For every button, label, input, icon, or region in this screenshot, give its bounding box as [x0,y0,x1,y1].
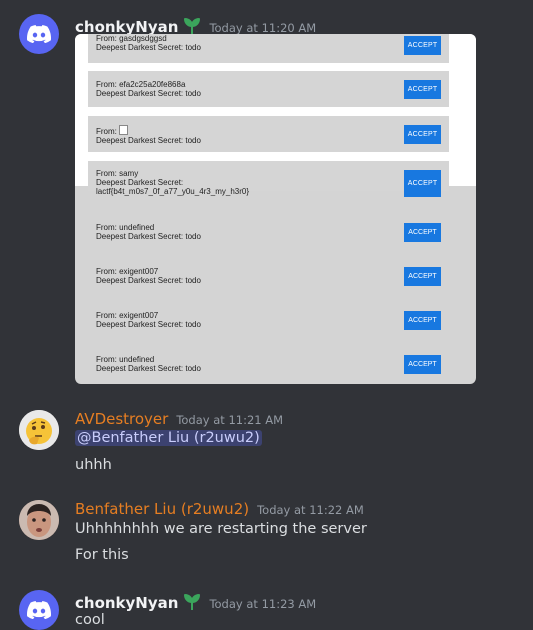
avatar[interactable] [19,500,59,540]
message-text: uhhh [75,457,112,473]
flag-text: lactf{b4t_m0s7_0f_a77_y0u_4r3_my_h3r0} [96,187,249,196]
avatar[interactable] [19,410,59,450]
accept-button[interactable]: ACCEPT [404,223,441,242]
user-photo-icon [19,500,59,540]
avatar[interactable] [19,14,59,54]
from-text: From: undefined [96,355,155,364]
timestamp: Today at 11:21 AM [176,413,284,427]
timestamp: Today at 11:23 AM [209,597,317,611]
secret-text: Deepest Darkest Secret: todo [96,43,201,52]
list-item: From: exigent007 Deepest Darkest Secret:… [88,267,449,297]
accept-button[interactable]: ACCEPT [404,170,441,197]
accept-button[interactable]: ACCEPT [404,311,441,330]
from-text: From: samy [96,169,139,178]
message-header: AVDestroyer Today at 11:21 AM [75,410,283,432]
message-chonkynyan-2: chonkyNyan Today at 11:23 AM cool [0,590,533,630]
list-item: From: Deepest Darkest Secret: todo ACCEP… [88,116,449,152]
username[interactable]: chonkyNyan [75,594,178,612]
discord-icon [27,601,51,619]
accept-button[interactable]: ACCEPT [404,267,441,286]
message-line: @Benfather Liu (r2uwu2) [75,430,262,446]
list-item: From: undefined Deepest Darkest Secret: … [88,223,449,253]
sprout-badge-icon[interactable] [183,593,201,611]
sprout-badge-icon[interactable] [183,17,201,35]
message-header: Benfather Liu (r2uwu2) Today at 11:22 AM [75,500,364,522]
message-benfather: Benfather Liu (r2uwu2) Today at 11:22 AM… [0,500,533,568]
broken-image-icon [118,125,128,135]
secret-text: Deepest Darkest Secret: [96,178,184,187]
from-text: From: [96,127,117,136]
accept-button[interactable]: ACCEPT [404,80,441,99]
message-text: For this [75,547,129,563]
timestamp: Today at 11:20 AM [209,21,317,35]
embedded-screenshot[interactable]: From: gasdgsdggsd Deepest Darkest Secret… [75,34,476,384]
secret-text: Deepest Darkest Secret: todo [96,364,201,373]
from-text: From: exigent007 [96,267,159,276]
username[interactable]: Benfather Liu (r2uwu2) [75,500,249,518]
list-item: From: efa2c25a20fe868a Deepest Darkest S… [88,71,449,107]
secret-text: Deepest Darkest Secret: todo [96,89,201,98]
accept-button[interactable]: ACCEPT [404,36,441,55]
user-mention[interactable]: @Benfather Liu (r2uwu2) [75,430,262,446]
secret-text: Deepest Darkest Secret: todo [96,320,201,329]
thinking-emoji-icon [19,410,59,450]
message-text: Uhhhhhhhh we are restarting the server [75,521,367,537]
accept-button[interactable]: ACCEPT [404,355,441,374]
message-header: chonkyNyan Today at 11:23 AM [75,590,316,612]
message-header: chonkyNyan Today at 11:20 AM [75,14,316,36]
list-item: From: undefined Deepest Darkest Secret: … [88,355,449,384]
secret-text: Deepest Darkest Secret: todo [96,136,201,145]
from-text: From: efa2c25a20fe868a [96,80,186,89]
message-chonkynyan-1: chonkyNyan Today at 11:20 AM From: gasdg… [0,14,533,386]
discord-icon [27,25,51,43]
message-text: cool [75,612,105,628]
from-text: From: gasdgsdggsd [96,34,167,43]
secret-text: Deepest Darkest Secret: todo [96,276,201,285]
accept-button[interactable]: ACCEPT [404,125,441,144]
username[interactable]: AVDestroyer [75,410,168,428]
list-item: From: gasdgsdggsd Deepest Darkest Secret… [88,34,449,63]
message-avdestroyer: AVDestroyer Today at 11:21 AM @Benfather… [0,410,533,480]
list-item: From: exigent007 Deepest Darkest Secret:… [88,311,449,341]
secret-text: Deepest Darkest Secret: todo [96,232,201,241]
timestamp: Today at 11:22 AM [257,503,364,517]
list-item: From: samy Deepest Darkest Secret: lactf… [88,161,449,197]
from-text: From: exigent007 [96,311,159,320]
from-text: From: undefined [96,223,155,232]
avatar[interactable] [19,590,59,630]
